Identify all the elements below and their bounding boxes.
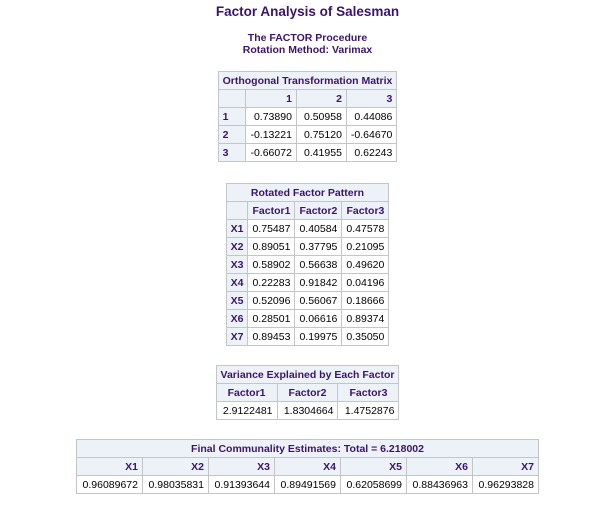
table-cell: 0.28501 [247, 309, 296, 328]
table-cell: 0.91842 [294, 273, 343, 292]
column-header: X7 [472, 457, 539, 476]
column-header: X6 [406, 457, 473, 476]
table-cell: -0.64670 [345, 125, 398, 144]
table-cell: 0.41955 [295, 143, 347, 162]
column-header: X3 [208, 457, 275, 476]
row-header: X4 [225, 273, 249, 292]
table-cell: 0.47578 [341, 219, 390, 238]
table-caption: Variance Explained by Each Factor [215, 365, 400, 384]
row-header: X6 [225, 309, 249, 328]
table-caption: Final Communality Estimates: Total = 6.2… [76, 439, 539, 458]
report-title: Factor Analysis of Salesman [215, 4, 400, 19]
table-cell: 0.73890 [245, 107, 297, 126]
table-cell: 0.04196 [341, 273, 390, 292]
column-header: 1 [245, 89, 297, 108]
table-cell: 2.9122481 [215, 401, 278, 420]
column-header: Factor3 [341, 201, 390, 220]
column-header: X2 [142, 457, 209, 476]
table-row: X4 0.22283 0.91842 0.04196 [225, 273, 390, 292]
table-cell: 0.56638 [294, 255, 343, 274]
table-cell: -0.66072 [245, 143, 297, 162]
table-cell: 0.37795 [294, 237, 343, 256]
row-header: X5 [225, 291, 249, 310]
table-cell: 0.62058699 [340, 475, 407, 494]
table-cell: 0.96089672 [76, 475, 143, 494]
row-header: 3 [217, 143, 247, 162]
procedure-title: The FACTOR Procedure [247, 32, 368, 44]
table-cell: 1.8304664 [276, 401, 339, 420]
corner-header [225, 201, 249, 220]
table-cell: 0.18666 [341, 291, 390, 310]
row-header: 2 [217, 125, 247, 144]
column-header: Factor1 [247, 201, 296, 220]
table-cell: 0.56067 [294, 291, 343, 310]
table-cell: 0.50958 [295, 107, 347, 126]
table-cell: 0.75487 [247, 219, 296, 238]
table-row: 0.96089672 0.98035831 0.91393644 0.89491… [76, 475, 539, 494]
table-row: 2.9122481 1.8304664 1.4752876 [215, 401, 400, 420]
column-header: Factor1 [215, 383, 278, 402]
table-cell: 0.98035831 [142, 475, 209, 494]
table-row: 1 0.73890 0.50958 0.44086 [217, 107, 398, 126]
table-cell: 0.91393644 [208, 475, 275, 494]
row-header: X3 [225, 255, 249, 274]
table-cell: 0.52096 [247, 291, 296, 310]
table-caption: Orthogonal Transformation Matrix [217, 71, 398, 90]
row-header: X1 [225, 219, 249, 238]
row-header: X7 [225, 327, 249, 346]
table-cell: 0.75120 [295, 125, 347, 144]
table-cell: 0.44086 [345, 107, 398, 126]
table-cell: 0.58902 [247, 255, 296, 274]
table-row: X3 0.58902 0.56638 0.49620 [225, 255, 390, 274]
table-cell: 0.89374 [341, 309, 390, 328]
table-cell: 0.49620 [341, 255, 390, 274]
variance-explained-table: Variance Explained by Each Factor Factor… [215, 365, 400, 420]
corner-header [217, 89, 247, 108]
row-header: 1 [217, 107, 247, 126]
table-cell: 0.40584 [294, 219, 343, 238]
table-cell: 0.62243 [345, 143, 398, 162]
table-cell: 1.4752876 [337, 401, 400, 420]
table-cell: 0.22283 [247, 273, 296, 292]
table-row: 3 -0.66072 0.41955 0.62243 [217, 143, 398, 162]
table-cell: 0.06616 [294, 309, 343, 328]
table-cell: -0.13221 [245, 125, 297, 144]
table-cell: 0.35050 [341, 327, 390, 346]
table-cell: 0.89453 [247, 327, 296, 346]
table-cell: 0.88436963 [406, 475, 473, 494]
column-header: 2 [295, 89, 347, 108]
table-cell: 0.19975 [294, 327, 343, 346]
table-cell: 0.21095 [341, 237, 390, 256]
column-header: X1 [76, 457, 143, 476]
communality-estimates-table: Final Communality Estimates: Total = 6.2… [76, 439, 539, 494]
column-header: X5 [340, 457, 407, 476]
table-caption: Rotated Factor Pattern [225, 183, 390, 202]
table-row: X5 0.52096 0.56067 0.18666 [225, 291, 390, 310]
rotated-factor-pattern-table: Rotated Factor Pattern Factor1 Factor2 F… [225, 183, 390, 346]
table-cell: 0.89491569 [274, 475, 341, 494]
column-header: 3 [345, 89, 398, 108]
table-cell: 0.89051 [247, 237, 296, 256]
table-row: X7 0.89453 0.19975 0.35050 [225, 327, 390, 346]
table-row: 2 -0.13221 0.75120 -0.64670 [217, 125, 398, 144]
table-row: X1 0.75487 0.40584 0.47578 [225, 219, 390, 238]
column-header: Factor2 [276, 383, 339, 402]
orthogonal-transformation-table: Orthogonal Transformation Matrix 1 2 3 1… [217, 71, 398, 162]
row-header: X2 [225, 237, 249, 256]
column-header: Factor2 [294, 201, 343, 220]
table-row: X6 0.28501 0.06616 0.89374 [225, 309, 390, 328]
column-header: X4 [274, 457, 341, 476]
table-cell: 0.96293828 [472, 475, 539, 494]
column-header: Factor3 [337, 383, 400, 402]
rotation-method: Rotation Method: Varimax [242, 44, 373, 56]
table-row: X2 0.89051 0.37795 0.21095 [225, 237, 390, 256]
